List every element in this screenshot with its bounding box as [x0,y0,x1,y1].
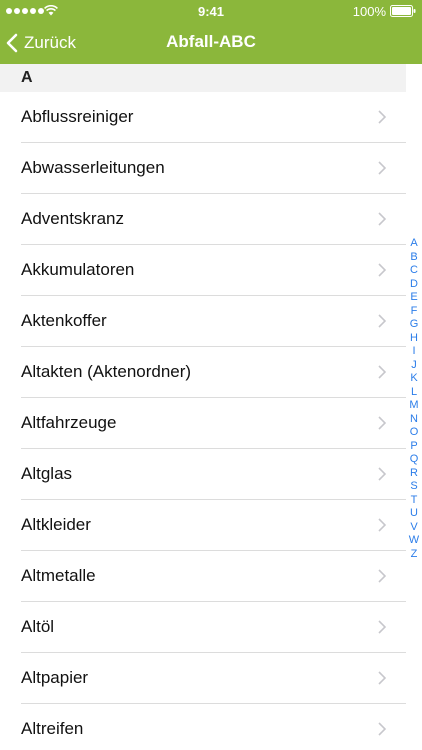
list-item-label: Abwasserleitungen [21,158,165,177]
list-item-label: Altpapier [21,668,89,687]
index-letter-k[interactable]: K [410,372,417,386]
chevron-right-icon [378,212,386,226]
index-letter-u[interactable]: U [410,507,418,521]
list-item-label: Altakten (Aktenordner) [21,362,192,381]
index-letter-q[interactable]: Q [410,453,419,467]
list-item-label: Altkleider [21,515,91,534]
chevron-right-icon [378,620,386,634]
chevron-right-icon [378,110,386,124]
index-letter-p[interactable]: P [410,440,417,454]
list-item[interactable]: Abflussreiniger [0,92,406,143]
list-item-label: Altglas [21,464,73,483]
index-letter-l[interactable]: L [411,386,417,400]
list-item[interactable]: Altfahrzeuge [0,398,406,449]
list-item[interactable]: Altmetalle [0,551,406,602]
list-item[interactable]: Aktenkoffer [0,296,406,347]
index-letter-g[interactable]: G [410,318,419,332]
chevron-right-icon [378,671,386,685]
battery-icon [390,5,416,17]
index-letter-j[interactable]: J [411,359,417,373]
index-letter-r[interactable]: R [410,467,418,481]
chevron-right-icon [378,263,386,277]
list-item[interactable]: Altöl [0,602,406,653]
index-letter-c[interactable]: C [410,264,418,278]
index-letter-d[interactable]: D [410,278,418,292]
index-letter-w[interactable]: W [409,534,419,548]
index-letter-a[interactable]: A [410,237,417,251]
list-item[interactable]: Altreifen [0,704,406,750]
list-item-label: Altreifen [21,719,84,738]
status-bar: 9:41 100% [0,0,422,22]
list-item-label: Altmetalle [21,566,96,585]
screen: 9:41 100% Zurück Abfall-ABC A Abflussrei… [0,0,422,750]
index-letter-e[interactable]: E [410,291,417,305]
index-letter-i[interactable]: I [412,345,415,359]
index-letter-o[interactable]: O [410,426,419,440]
index-letter-f[interactable]: F [411,305,418,319]
waste-list: Abflussreiniger Abwasserleitungen Advent… [0,92,406,750]
index-letter-t[interactable]: T [411,494,418,508]
list-item-label: Aktenkoffer [21,311,107,330]
index-letter-m[interactable]: M [409,399,418,413]
page-title: Abfall-ABC [166,32,256,51]
chevron-right-icon [378,416,386,430]
list-item-label: Altfahrzeuge [21,413,117,432]
index-letter-z[interactable]: Z [411,548,418,562]
navigation-bar: Zurück Abfall-ABC [0,22,422,64]
index-letter-b[interactable]: B [410,251,417,265]
chevron-right-icon [378,161,386,175]
chevron-right-icon [378,518,386,532]
list-item[interactable]: Altpapier [0,653,406,704]
list-item[interactable]: Akkumulatoren [0,245,406,296]
chevron-right-icon [378,365,386,379]
alphabet-index[interactable]: A B C D E F G H I J K L M N O P Q R S T … [406,237,422,561]
index-letter-s[interactable]: S [410,480,417,494]
chevron-right-icon [378,314,386,328]
list-item-label: Altöl [21,617,55,636]
section-letter: A [21,69,33,86]
list-item-label: Adventskranz [21,209,124,228]
index-letter-n[interactable]: N [410,413,418,427]
section-header: A [0,64,406,92]
list-item-label: Abflussreiniger [21,107,134,126]
list-item[interactable]: Abwasserleitungen [0,143,406,194]
list-item-label: Akkumulatoren [21,260,135,279]
header: 9:41 100% Zurück Abfall-ABC [0,0,422,64]
index-letter-v[interactable]: V [410,521,417,535]
chevron-right-icon [378,569,386,583]
list-item[interactable]: Altakten (Aktenordner) [0,347,406,398]
battery-percentage: 100% [352,4,386,19]
list-item[interactable]: Altglas [0,449,406,500]
list-item[interactable]: Altkleider [0,500,406,551]
index-letter-h[interactable]: H [410,332,418,346]
chevron-right-icon [378,467,386,481]
chevron-right-icon [378,722,386,736]
list-item[interactable]: Adventskranz [0,194,406,245]
